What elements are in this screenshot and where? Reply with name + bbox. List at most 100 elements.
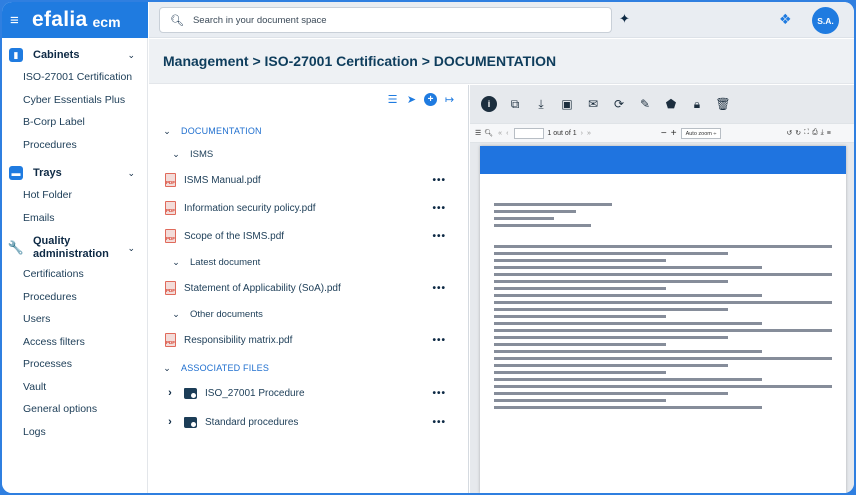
mail-icon[interactable]: ✉ bbox=[585, 96, 601, 112]
folder-isms[interactable]: ⌄ ISMS bbox=[149, 144, 468, 164]
folder-documentation[interactable]: ⌄ DOCUMENTATION bbox=[149, 121, 468, 141]
page-number-input[interactable] bbox=[514, 127, 545, 139]
zoom-in-icon[interactable]: + bbox=[671, 128, 677, 139]
chevron-down-icon[interactable]: ⌄ bbox=[127, 168, 135, 179]
sidebar-item-bcorp[interactable]: B-Corp Label bbox=[2, 111, 147, 134]
zoom-out-icon[interactable]: − bbox=[661, 128, 667, 139]
chevron-down-icon[interactable]: ⌄ bbox=[171, 149, 181, 160]
pdf-file-icon: PDF bbox=[165, 173, 176, 187]
chevron-down-icon[interactable]: ⌄ bbox=[171, 309, 181, 320]
text-line bbox=[494, 308, 728, 311]
trash-icon[interactable]: 🗑︎ bbox=[715, 96, 731, 112]
sidebar-item-certifications[interactable]: Certifications bbox=[2, 263, 147, 286]
folder-other-documents[interactable]: ⌄ Other documents bbox=[149, 304, 468, 324]
search-box[interactable]: 🔍︎ bbox=[159, 7, 612, 33]
sidebar-item-cyber-essentials[interactable]: Cyber Essentials Plus bbox=[2, 89, 147, 112]
logo-product: ecm bbox=[92, 14, 121, 30]
list-item[interactable]: PDF ISMS Manual.pdf ••• bbox=[149, 170, 468, 190]
more-options-icon[interactable]: ••• bbox=[432, 203, 446, 214]
next-page-icon[interactable]: › bbox=[581, 130, 583, 137]
zoom-select[interactable]: Auto zoom ÷ bbox=[680, 127, 722, 139]
file-name[interactable]: Responsibility matrix.pdf bbox=[184, 335, 432, 346]
list-item[interactable]: PDF Statement of Applicability (SoA).pdf… bbox=[149, 278, 468, 298]
briefcase-icon[interactable]: ▣ bbox=[559, 96, 575, 112]
section-trays[interactable]: ▬ Trays ⌄ bbox=[2, 162, 147, 184]
text-line bbox=[494, 252, 728, 255]
search-input[interactable] bbox=[192, 14, 593, 26]
chevron-down-icon[interactable]: ⌄ bbox=[171, 257, 181, 268]
chevron-down-icon[interactable]: ⌄ bbox=[127, 243, 135, 254]
sidebar-item-general-options[interactable]: General options bbox=[2, 398, 147, 421]
chevron-down-icon[interactable]: ⌄ bbox=[127, 50, 135, 61]
tag-icon[interactable]: ⬟ bbox=[663, 96, 679, 112]
first-page-icon[interactable]: « bbox=[498, 130, 502, 137]
avatar[interactable]: S.A. bbox=[812, 7, 839, 34]
section-cabinets[interactable]: ▮ Cabinets ⌄ bbox=[2, 44, 147, 66]
sidebar-item-emails[interactable]: Emails bbox=[2, 207, 147, 230]
pdf-file-icon: PDF bbox=[165, 229, 176, 243]
text-line bbox=[494, 350, 762, 353]
list-item[interactable]: › ISO_27001 Procedure ••• bbox=[149, 383, 468, 403]
text-line bbox=[494, 392, 728, 395]
chevron-down-icon[interactable]: ⌄ bbox=[162, 126, 172, 137]
sidebar-item-users[interactable]: Users bbox=[2, 308, 147, 331]
sidebar-item-hot-folder[interactable]: Hot Folder bbox=[2, 184, 147, 207]
send-icon[interactable]: ➤ bbox=[405, 93, 418, 106]
download-icon[interactable]: ⤓ bbox=[533, 96, 549, 112]
chevron-right-icon[interactable]: › bbox=[165, 387, 175, 399]
list-item[interactable]: PDF Scope of the ISMS.pdf ••• bbox=[149, 226, 468, 246]
sidebar-item-processes[interactable]: Processes bbox=[2, 353, 147, 376]
edit-icon[interactable]: ✎ bbox=[637, 96, 653, 112]
file-name[interactable]: Information security policy.pdf bbox=[184, 203, 432, 214]
fullscreen-icon[interactable]: ⛶ bbox=[804, 129, 809, 137]
sync-icon[interactable]: ⟳ bbox=[611, 96, 627, 112]
page-header-band bbox=[480, 146, 846, 174]
list-item[interactable]: › Standard procedures ••• bbox=[149, 412, 468, 432]
folder-name[interactable]: Standard procedures bbox=[205, 417, 432, 428]
print-icon[interactable]: ⎙ bbox=[812, 129, 818, 137]
more-options-icon[interactable]: ••• bbox=[432, 388, 446, 399]
tree-actions: ☰ ➤ + ↦ bbox=[386, 93, 456, 106]
sidebar-item-logs[interactable]: Logs bbox=[2, 421, 147, 444]
section-quality-administration[interactable]: 🔧 Quality administration ⌄ bbox=[2, 233, 147, 263]
add-icon[interactable]: + bbox=[424, 93, 437, 106]
open-external-icon[interactable]: ⧉ bbox=[507, 96, 523, 112]
search-icon[interactable]: 🔍︎ bbox=[484, 129, 493, 137]
menu-icon[interactable]: ≡ bbox=[10, 12, 28, 29]
more-options-icon[interactable]: ••• bbox=[432, 175, 446, 186]
sidebar-item-procedures-qa[interactable]: Procedures bbox=[2, 286, 147, 309]
more-options-icon[interactable]: ••• bbox=[432, 283, 446, 294]
prev-page-icon[interactable]: ‹ bbox=[506, 130, 508, 137]
file-name[interactable]: Scope of the ISMS.pdf bbox=[184, 231, 432, 242]
folder-associated-files[interactable]: ⌄ ASSOCIATED FILES bbox=[149, 358, 468, 378]
file-name[interactable]: Statement of Applicability (SoA).pdf bbox=[184, 283, 432, 294]
sidebar-item-vault[interactable]: Vault bbox=[2, 376, 147, 399]
more-options-icon[interactable]: ••• bbox=[432, 231, 446, 242]
filter-icon[interactable]: ☰ bbox=[386, 93, 399, 106]
ai-sparkle-icon[interactable]: ✦ bbox=[619, 11, 630, 27]
more-options-icon[interactable]: ••• bbox=[432, 335, 446, 346]
text-line bbox=[494, 203, 612, 206]
rotate-right-icon[interactable]: ↻ bbox=[795, 129, 801, 137]
sidebar-item-access-filters[interactable]: Access filters bbox=[2, 331, 147, 354]
last-page-icon[interactable]: » bbox=[587, 130, 591, 137]
text-line bbox=[494, 315, 666, 318]
chevron-right-icon[interactable]: › bbox=[165, 416, 175, 428]
file-name[interactable]: ISMS Manual.pdf bbox=[184, 175, 432, 186]
lock-icon[interactable]: 🔒︎ bbox=[689, 96, 705, 112]
folder-name[interactable]: ISO_27001 Procedure bbox=[205, 388, 432, 399]
sidebar-item-iso27001[interactable]: ISO-27001 Certification bbox=[2, 66, 147, 89]
list-item[interactable]: PDF Responsibility matrix.pdf ••• bbox=[149, 330, 468, 350]
apps-icon[interactable]: ❖ bbox=[779, 11, 792, 28]
list-item[interactable]: PDF Information security policy.pdf ••• bbox=[149, 198, 468, 218]
folder-latest-document[interactable]: ⌄ Latest document bbox=[149, 252, 468, 272]
menu-icon[interactable]: ≡ bbox=[827, 130, 831, 137]
sidebar-toggle-icon[interactable]: ☰ bbox=[475, 129, 481, 137]
chevron-down-icon[interactable]: ⌄ bbox=[162, 363, 172, 374]
expand-icon[interactable]: ↦ bbox=[443, 93, 456, 106]
rotate-left-icon[interactable]: ↺ bbox=[786, 129, 792, 137]
more-options-icon[interactable]: ••• bbox=[432, 417, 446, 428]
download-icon[interactable]: ⤓ bbox=[821, 129, 824, 137]
info-icon[interactable]: i bbox=[481, 96, 497, 112]
sidebar-item-procedures[interactable]: Procedures bbox=[2, 134, 147, 157]
